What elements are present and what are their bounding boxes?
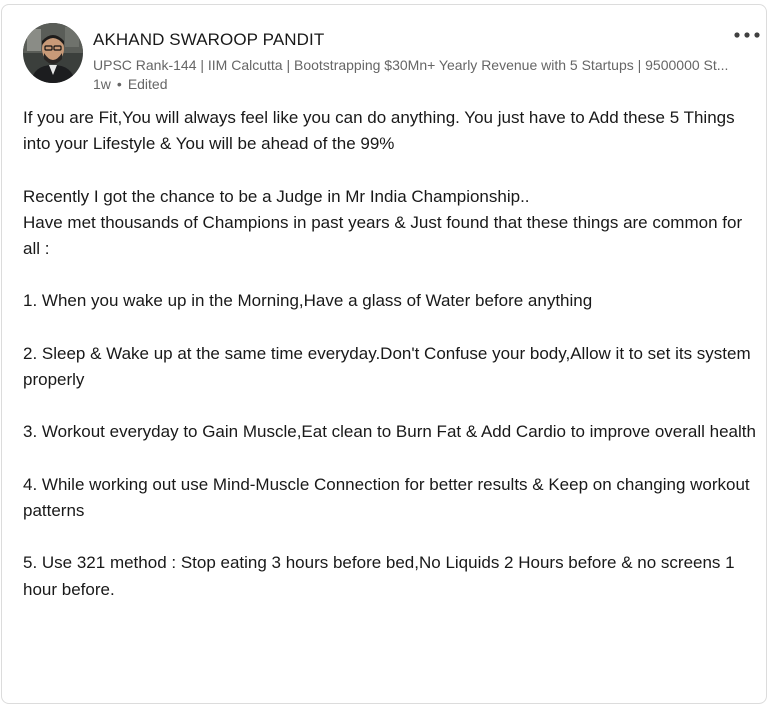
post-paragraph: 2. Sleep & Wake up at the same time ever… (23, 343, 751, 389)
post-paragraph: Recently I got the chance to be a Judge … (23, 186, 530, 206)
more-options-button[interactable] (732, 27, 762, 43)
author-avatar[interactable] (23, 23, 83, 83)
author-name[interactable]: AKHAND SWAROOP PANDIT (93, 30, 324, 50)
profile-photo-icon (23, 23, 83, 83)
post-card: AKHAND SWAROOP PANDIT UPSC Rank-144 | II… (1, 4, 767, 704)
more-options-icon (734, 32, 760, 38)
edited-label: Edited (127, 76, 168, 92)
meta-separator: • (116, 76, 122, 92)
author-headline[interactable]: UPSC Rank-144 | IIM Calcutta | Bootstrap… (93, 57, 759, 73)
post-paragraph: 1. When you wake up in the Morning,Have … (23, 291, 593, 311)
post-meta: 1w • Edited (93, 76, 168, 92)
post-paragraph: 4. While working out use Mind-Muscle Con… (23, 474, 750, 520)
post-paragraph: If you are Fit,You will always feel like… (23, 108, 735, 154)
post-paragraph: Have met thousands of Champions in past … (23, 212, 743, 258)
post-time: 1w (93, 76, 111, 92)
post-text: If you are Fit,You will always feel like… (23, 105, 758, 603)
post-paragraph: 3. Workout everyday to Gain Muscle,Eat c… (23, 422, 756, 442)
post-paragraph: 5. Use 321 method : Stop eating 3 hours … (23, 553, 735, 599)
